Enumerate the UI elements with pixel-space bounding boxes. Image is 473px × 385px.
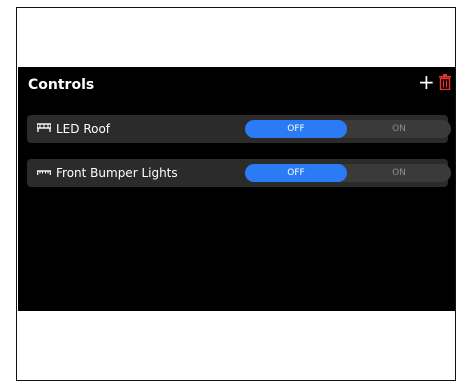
control-label: Front Bumper Lights bbox=[56, 166, 178, 180]
control-label: LED Roof bbox=[56, 122, 111, 136]
on-off-toggle[interactable]: OFF ON bbox=[245, 120, 451, 138]
control-row-led-roof: LED Roof OFF ON bbox=[27, 115, 451, 143]
toggle-on-option[interactable]: ON bbox=[347, 120, 451, 138]
toggle-off-option[interactable]: OFF bbox=[245, 164, 347, 182]
plus-icon[interactable]: + bbox=[418, 72, 435, 92]
app-frame: Controls + LED Roof OFF ON Front Bumper … bbox=[16, 7, 456, 381]
trash-icon[interactable] bbox=[439, 74, 451, 90]
toggle-on-option[interactable]: ON bbox=[347, 164, 451, 182]
control-row-front-bumper-lights: Front Bumper Lights OFF ON bbox=[27, 159, 451, 187]
controls-panel: Controls + LED Roof OFF ON Front Bumper … bbox=[18, 67, 455, 311]
led-bar-icon bbox=[37, 123, 51, 132]
light-strip-icon bbox=[37, 170, 51, 175]
on-off-toggle[interactable]: OFF ON bbox=[245, 164, 451, 182]
toggle-off-option[interactable]: OFF bbox=[245, 120, 347, 138]
panel-title: Controls bbox=[28, 77, 95, 93]
panel-header: Controls + bbox=[18, 67, 455, 101]
